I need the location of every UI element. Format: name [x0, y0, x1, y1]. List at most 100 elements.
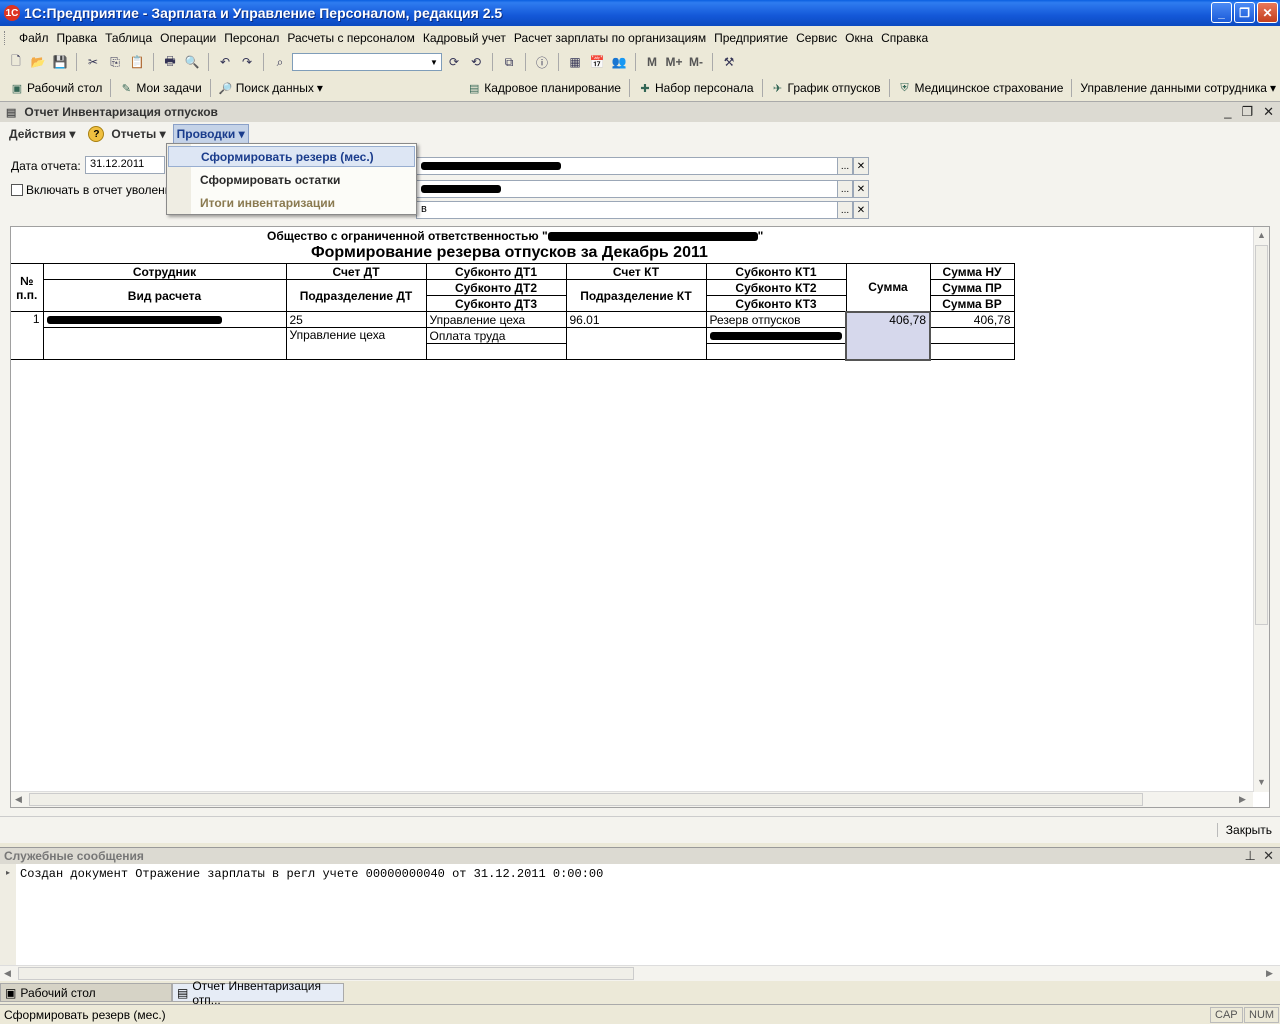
minimize-button[interactable]: _ [1211, 2, 1232, 23]
cell-sub-kt1[interactable]: Резерв отпусков [705, 311, 847, 328]
scroll-left-icon[interactable]: ◀ [4, 968, 11, 979]
menu-file[interactable]: Файл [15, 31, 53, 45]
search-input[interactable]: ▼ [292, 53, 442, 71]
subdivision-clear-button[interactable]: ✕ [853, 180, 869, 198]
menu-operations[interactable]: Операции [156, 31, 220, 45]
task-desktop[interactable]: ▣ Рабочий стол [0, 983, 172, 1002]
copy-icon[interactable]: ⎘ [105, 52, 125, 72]
task-report[interactable]: ▤ Отчет Инвентаризация отп... [172, 979, 344, 1007]
cell-sum-nu[interactable]: 406,78 [929, 311, 1015, 328]
message-line[interactable]: Создан документ Отражение зарплаты в рег… [20, 867, 603, 881]
search-dropdown-icon[interactable]: ▼ [427, 54, 441, 70]
undo-icon[interactable]: ↶ [215, 52, 235, 72]
menu-table[interactable]: Таблица [101, 31, 156, 45]
memory-plus-button[interactable]: M+ [664, 52, 684, 72]
cell-dept-kt[interactable] [565, 327, 707, 360]
cell-no[interactable]: 1 [11, 311, 44, 360]
cell-sum-vr[interactable] [929, 343, 1015, 360]
messages-close-button[interactable]: ✕ [1263, 848, 1274, 863]
expand-arrow-icon[interactable]: ▸ [6, 868, 10, 877]
close-window-button[interactable]: ✕ [1257, 2, 1278, 23]
print-icon[interactable]: 🖶 [160, 52, 180, 72]
find-icon[interactable]: ⌕ [270, 52, 290, 72]
cell-sub-dt2[interactable]: Оплата труда [425, 327, 567, 344]
search-data-button[interactable]: 🔎 Поиск данных ▾ [215, 81, 327, 95]
save-icon[interactable]: 💾 [50, 52, 70, 72]
cell-sum-pr[interactable] [929, 327, 1015, 344]
menu-item-inventory-totals[interactable]: Итоги инвентаризации [168, 192, 415, 213]
doc-restore-button[interactable]: ❐ [1241, 104, 1253, 120]
horizontal-scrollbar[interactable]: ◀ ▶ [11, 791, 1253, 807]
menu-item-form-balances[interactable]: Сформировать остатки [168, 169, 415, 190]
vertical-scrollbar[interactable]: ▲ ▼ [1253, 227, 1269, 792]
cell-sub-kt2[interactable] [705, 327, 847, 344]
cut-icon[interactable]: ✂ [83, 52, 103, 72]
menu-item-form-reserve[interactable]: Сформировать резерв (мес.) [168, 146, 415, 167]
report-date-field[interactable]: 31.12.2011 [85, 156, 165, 174]
find-next-icon[interactable]: ⟳ [444, 52, 464, 72]
redo-icon[interactable]: ↷ [237, 52, 257, 72]
employee-data-button[interactable]: Управление данными сотрудника ▾ [1076, 81, 1280, 95]
menu-enterprise[interactable]: Предприятие [710, 31, 792, 45]
restore-button[interactable]: ❐ [1234, 2, 1255, 23]
pin-icon[interactable]: ⊥ [1245, 848, 1256, 863]
calendar-icon[interactable]: 📅 [587, 52, 607, 72]
desktop-button[interactable]: ▣ Рабочий стол [6, 81, 106, 95]
scroll-right-icon[interactable]: ▶ [1266, 968, 1273, 979]
employee-field[interactable]: в [416, 201, 838, 219]
menu-hr[interactable]: Кадровый учет [419, 31, 510, 45]
employee-select-button[interactable]: ... [837, 201, 853, 219]
include-dismissed-checkbox[interactable] [11, 184, 23, 196]
close-report-button[interactable]: Закрыть [1216, 823, 1272, 837]
doc-close-button[interactable]: ✕ [1263, 104, 1274, 120]
medical-insurance-button[interactable]: ⛨ Медицинское страхование [894, 81, 1068, 95]
paste-icon[interactable]: 📋 [127, 52, 147, 72]
menu-settlements[interactable]: Расчеты с персоналом [283, 31, 418, 45]
cell-calc-type[interactable] [42, 327, 287, 360]
hr-planning-button[interactable]: ▤ Кадровое планирование [463, 81, 625, 95]
vacation-schedule-button[interactable]: ✈ График отпусков [767, 81, 885, 95]
cell-sub-dt1[interactable]: Управление цеха [425, 311, 567, 328]
cell-acc-dt[interactable]: 25 [285, 311, 427, 328]
subdivision-select-button[interactable]: ... [837, 180, 853, 198]
subdivision-field[interactable] [416, 180, 838, 198]
organization-clear-button[interactable]: ✕ [853, 157, 869, 175]
users-icon[interactable]: 👥 [609, 52, 629, 72]
postings-menu[interactable]: Проводки ▾ [172, 124, 249, 144]
doc-minimize-button[interactable]: _ [1224, 104, 1231, 120]
cell-employee[interactable] [42, 311, 287, 328]
windows-icon[interactable]: ⧉ [499, 52, 519, 72]
cell-acc-kt[interactable]: 96.01 [565, 311, 707, 328]
scroll-right-icon[interactable]: ▶ [1239, 794, 1246, 805]
scroll-down-icon[interactable]: ▼ [1257, 777, 1266, 787]
find-prev-icon[interactable]: ⟲ [466, 52, 486, 72]
menu-windows[interactable]: Окна [841, 31, 877, 45]
calculator-icon[interactable]: ▦ [565, 52, 585, 72]
cell-sub-dt3[interactable] [425, 343, 567, 360]
organization-select-button[interactable]: ... [837, 157, 853, 175]
open-folder-icon[interactable]: 📂 [28, 52, 48, 72]
scroll-left-icon[interactable]: ◀ [15, 794, 22, 805]
menu-edit[interactable]: Правка [53, 31, 102, 45]
cell-sum[interactable]: 406,78 [845, 310, 931, 361]
menu-personnel[interactable]: Персонал [220, 31, 283, 45]
reports-menu[interactable]: Отчеты ▾ [108, 125, 168, 143]
print-preview-icon[interactable]: 🔍 [182, 52, 202, 72]
menu-payroll[interactable]: Расчет зарплаты по организациям [510, 31, 710, 45]
tools-icon[interactable]: ⚒ [719, 52, 739, 72]
vertical-scroll-thumb[interactable] [1255, 245, 1268, 625]
memory-m-button[interactable]: M [642, 52, 662, 72]
cell-dept-dt[interactable]: Управление цеха [285, 327, 427, 360]
memory-minus-button[interactable]: M- [686, 52, 706, 72]
scroll-up-icon[interactable]: ▲ [1257, 230, 1266, 240]
menu-help[interactable]: Справка [877, 31, 932, 45]
menu-service[interactable]: Сервис [792, 31, 841, 45]
actions-menu[interactable]: Действия ▾ [6, 125, 78, 143]
info-icon[interactable]: ⓘ [532, 52, 552, 72]
report-spreadsheet[interactable]: Общество с ограниченной ответственностью… [10, 226, 1270, 808]
cell-sub-kt3[interactable] [705, 343, 847, 360]
help-icon[interactable]: ? [88, 126, 105, 142]
my-tasks-button[interactable]: ✎ Мои задачи [115, 81, 205, 95]
new-document-icon[interactable]: 🗋 [6, 52, 26, 72]
horizontal-scroll-thumb[interactable] [29, 793, 1143, 806]
